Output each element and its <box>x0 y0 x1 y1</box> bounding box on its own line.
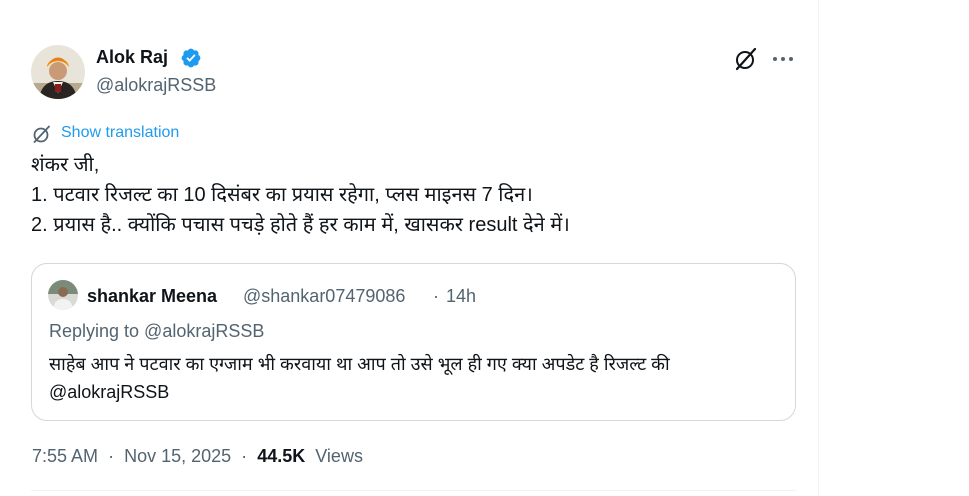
tweet-text-line: शंकर जी, <box>31 154 100 176</box>
tweet-divider <box>31 490 796 491</box>
tweet-text: शंकर जी, 1. पटवार रिजल्ट का 10 दिसंबर का… <box>31 150 791 240</box>
quote-timestamp[interactable]: 14h <box>446 285 476 307</box>
meta-separator: · <box>108 446 115 466</box>
tweet-meta: 7:55 AM · Nov 15, 2025 · 44.5K Views <box>32 445 363 467</box>
show-translation-label[interactable]: Show translation <box>61 123 179 143</box>
quote-separator: · <box>433 286 439 306</box>
verified-badge-icon <box>180 47 202 69</box>
translate-icon <box>32 124 52 144</box>
quoted-tweet-card[interactable]: shankar Meena @shankar07479086 · 14h Rep… <box>31 263 796 421</box>
previous-tweet-fragment <box>105 0 167 2</box>
quote-replying-to: Replying to @alokrajRSSB <box>49 321 265 341</box>
author-avatar[interactable] <box>31 45 85 99</box>
quote-text: साहेब आप ने पटवार का एग्जाम भी करवाया था… <box>49 354 670 402</box>
tweet-text-line: 2. प्रयास है.. क्योंकि पचास पचड़े होते ह… <box>31 214 570 236</box>
tweet-time[interactable]: 7:55 AM <box>32 445 98 467</box>
tweet-date[interactable]: Nov 15, 2025 <box>124 445 231 467</box>
author-handle[interactable]: @alokrajRSSB <box>96 74 216 96</box>
author-name[interactable]: Alok Raj <box>96 46 168 68</box>
grok-icon[interactable] <box>733 46 759 72</box>
quote-author-handle[interactable]: @shankar07479086 <box>243 285 405 307</box>
more-options-icon[interactable] <box>770 47 796 71</box>
meta-separator: · <box>241 446 248 466</box>
quote-author-avatar[interactable] <box>48 280 78 310</box>
views-label: Views <box>315 446 363 466</box>
views-count[interactable]: 44.5K <box>257 445 305 467</box>
timeline-border <box>818 0 819 496</box>
quote-author-name[interactable]: shankar Meena <box>87 285 217 307</box>
tweet-text-line: 1. पटवार रिजल्ट का 10 दिसंबर का प्रयास र… <box>31 184 533 206</box>
